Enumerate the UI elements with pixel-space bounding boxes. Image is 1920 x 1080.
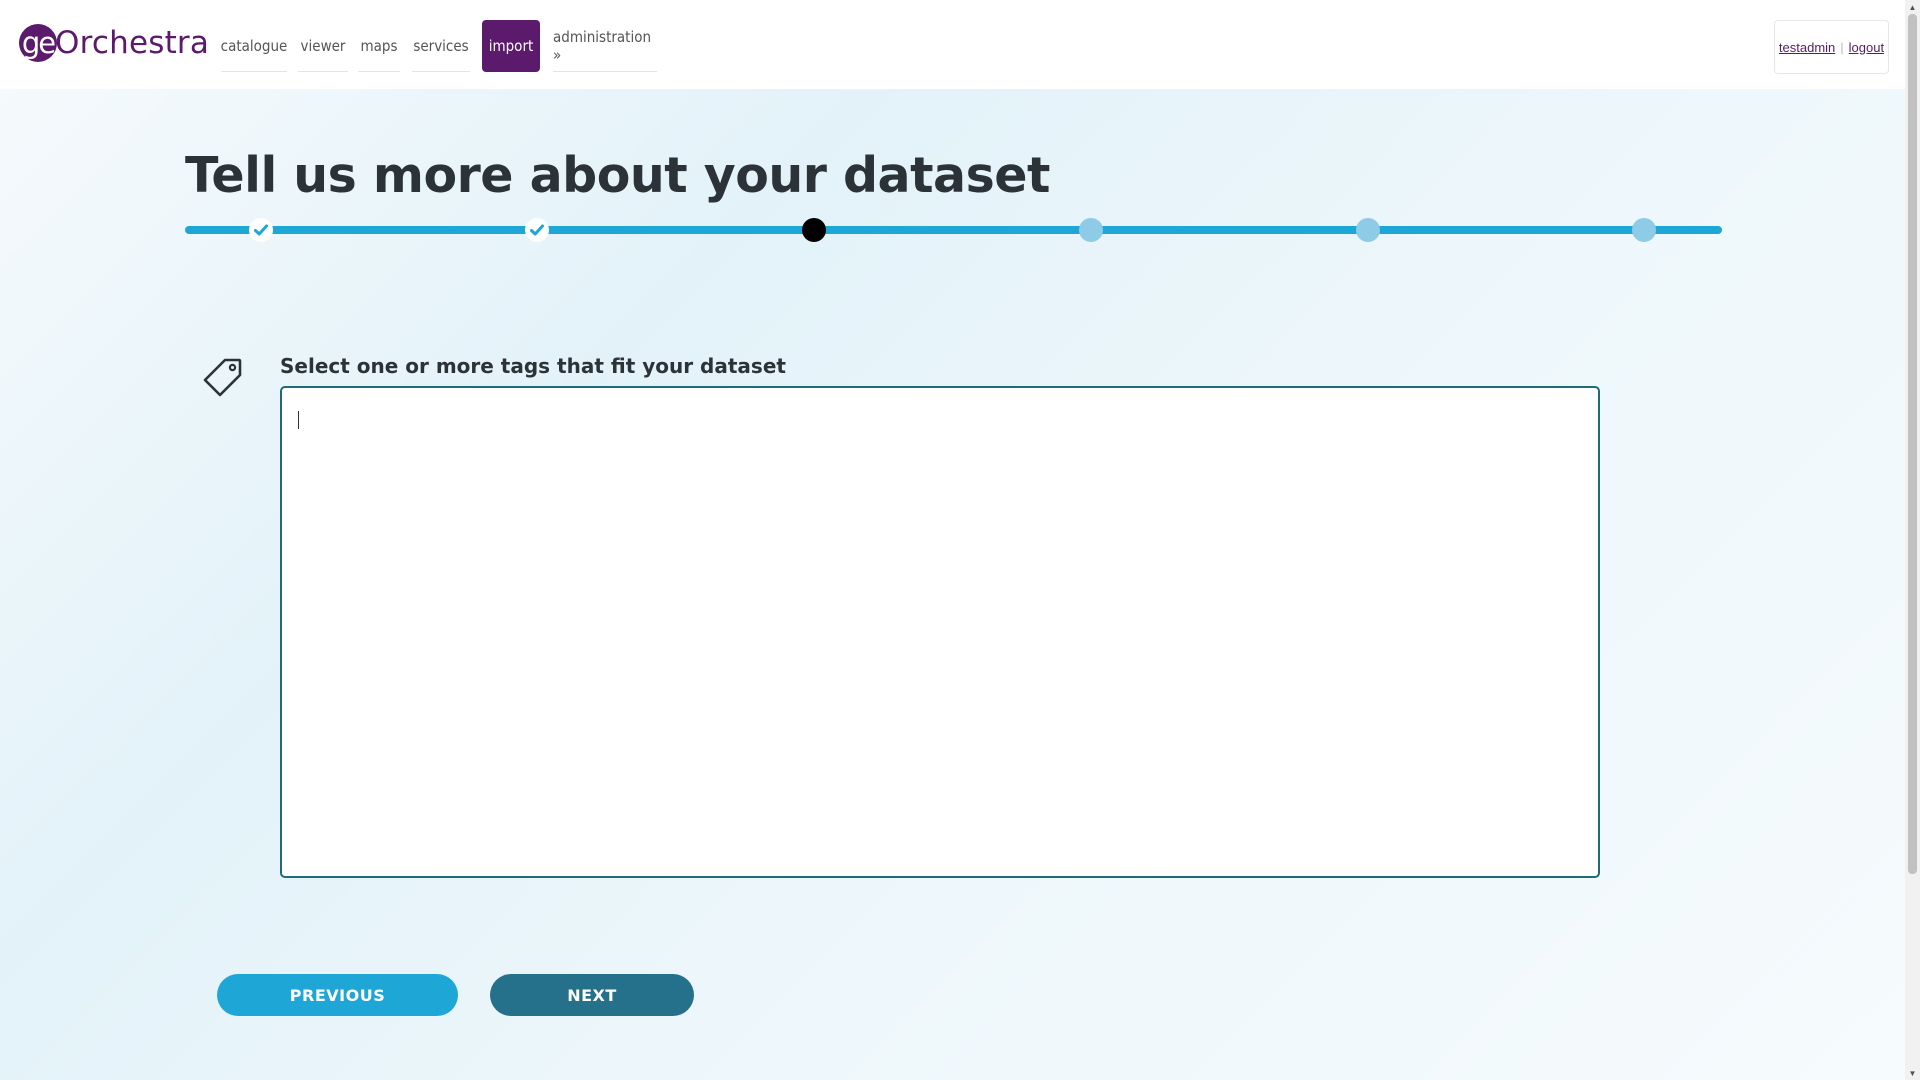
step-2-done xyxy=(525,218,549,242)
nav-import[interactable]: import xyxy=(482,20,540,72)
top-header: ge Orchestra catalogue viewer maps servi… xyxy=(0,0,1905,89)
nav-maps[interactable]: maps xyxy=(358,20,400,72)
next-button[interactable]: NEXT xyxy=(490,974,694,1016)
tags-field-label: Select one or more tags that fit your da… xyxy=(280,354,786,378)
scrollbar-thumb[interactable] xyxy=(1908,14,1917,874)
nav-services[interactable]: services xyxy=(412,20,470,72)
step-3-current xyxy=(802,218,826,242)
nav-administration[interactable]: administration » xyxy=(553,20,657,72)
tags-input[interactable] xyxy=(280,386,1600,878)
logo-prefix: ge xyxy=(19,24,57,62)
georchestra-logo[interactable]: ge Orchestra xyxy=(19,24,209,62)
username-link[interactable]: testadmin xyxy=(1779,40,1835,55)
step-5 xyxy=(1356,218,1380,242)
vertical-scrollbar[interactable]: ▲ ▼ xyxy=(1905,0,1920,1080)
step-1-done xyxy=(249,218,273,242)
logo-text: Orchestra xyxy=(55,25,210,61)
page-title: Tell us more about your dataset xyxy=(185,147,1050,204)
scroll-up-arrow-icon[interactable]: ▲ xyxy=(1905,0,1920,14)
logout-link[interactable]: logout xyxy=(1849,40,1884,55)
check-icon xyxy=(254,224,268,236)
nav-viewer[interactable]: viewer xyxy=(298,20,348,72)
text-caret xyxy=(298,411,299,429)
check-icon xyxy=(530,224,544,236)
nav-catalogue[interactable]: catalogue xyxy=(221,20,287,72)
user-separator: | xyxy=(1840,39,1844,55)
previous-button[interactable]: PREVIOUS xyxy=(217,974,458,1016)
tag-icon xyxy=(203,358,242,397)
progress-bar xyxy=(185,226,1722,234)
scroll-down-arrow-icon[interactable]: ▼ xyxy=(1905,1066,1920,1080)
user-box: testadmin | logout xyxy=(1774,20,1889,74)
step-6 xyxy=(1632,218,1656,242)
main-content: Tell us more about your dataset Select o… xyxy=(0,89,1905,1080)
step-4 xyxy=(1079,218,1103,242)
